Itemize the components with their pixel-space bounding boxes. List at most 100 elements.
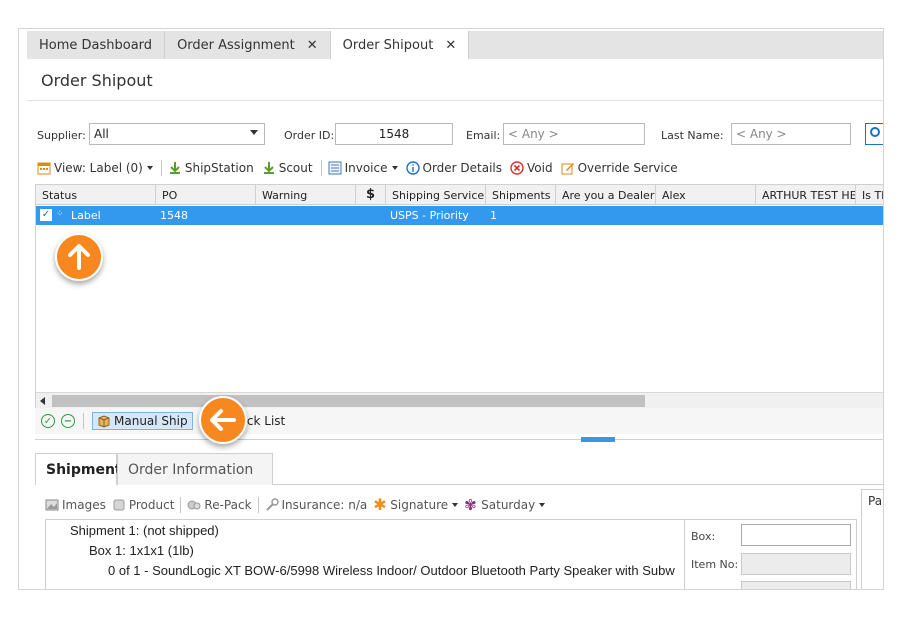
close-icon[interactable]: ✕ [445, 38, 456, 53]
invoice-button[interactable]: Invoice [328, 161, 398, 175]
override-service-label: Override Service [577, 161, 678, 175]
edit-icon [561, 161, 575, 175]
shipstation-label: ShipStation [184, 161, 254, 175]
orders-grid: Status PO Warning $ Shipping Service Shi… [35, 184, 883, 409]
box-details-panel: Box: Item No: [685, 519, 857, 589]
signature-label: Signature [390, 498, 449, 512]
column-header-arthur[interactable]: ARTHUR TEST HE [756, 185, 856, 205]
po-cell: 1548 [160, 209, 188, 222]
tab-label: Order Shipout [342, 37, 434, 53]
insurance-button[interactable]: Insurance: n/a [265, 498, 368, 512]
last-name-label: Last Name: [661, 129, 724, 142]
tab-home-dashboard[interactable]: Home Dashboard [27, 31, 166, 59]
splitter-handle[interactable] [581, 437, 615, 442]
search-button[interactable] [865, 123, 883, 145]
download-icon [262, 161, 276, 175]
box-icon [97, 414, 111, 428]
horizontal-scrollbar[interactable] [36, 392, 883, 408]
scout-button[interactable]: Scout [262, 161, 313, 175]
signature-button[interactable]: ✱ Signature [373, 495, 459, 514]
side-panel-label: Pa [868, 494, 883, 508]
scout-label: Scout [278, 161, 313, 175]
uncheck-all-icon[interactable]: − [61, 414, 75, 428]
column-header-dealer[interactable]: Are you a Dealer? [556, 185, 656, 205]
toolbar-separator [83, 413, 84, 429]
info-icon [405, 161, 420, 175]
column-header-shipments[interactable]: Shipments [486, 185, 556, 205]
repack-button[interactable]: Re-Pack [187, 498, 252, 512]
box-label: Box: [691, 530, 716, 543]
order-id-label: Order ID: [284, 129, 335, 142]
tab-order-shipout[interactable]: Order Shipout ✕ [330, 31, 470, 59]
dollar-icon: $ [365, 187, 376, 202]
check-all-icon[interactable]: ✓ [41, 414, 55, 428]
tab-label: Order Assignment [177, 37, 295, 53]
saturday-flower-icon: ✾ [464, 496, 477, 514]
column-header-warning[interactable]: Warning [256, 185, 356, 205]
product-button[interactable]: Product [112, 498, 175, 512]
void-icon [510, 161, 524, 175]
view-button[interactable]: View: Label (0) [37, 161, 153, 175]
grid-header: Status PO Warning $ Shipping Service Shi… [36, 185, 883, 205]
column-header-po[interactable]: PO [156, 185, 256, 205]
row-checkbox[interactable]: ✓ [40, 209, 52, 221]
order-details-label: Order Details [422, 161, 503, 175]
column-header-alex[interactable]: Alex [656, 185, 756, 205]
email-label: Email: [466, 129, 501, 142]
shipstation-button[interactable]: ShipStation [168, 161, 254, 175]
shipment-toolbar: Images Product Re-Pack Insurance: n/a ✱ … [45, 495, 551, 515]
column-header-status[interactable]: Status [36, 185, 156, 205]
supplier-dropdown[interactable]: All [89, 123, 265, 145]
toolbar-separator [320, 160, 322, 176]
item-no-input [741, 553, 851, 575]
images-button[interactable]: Images [45, 498, 106, 512]
column-header-is-th[interactable]: Is Th [856, 185, 883, 205]
insurance-label: Insurance: n/a [281, 498, 368, 512]
scrollbar-thumb[interactable] [52, 395, 645, 407]
order-details-button[interactable]: Order Details [405, 161, 503, 175]
void-button[interactable]: Void [510, 161, 553, 175]
shipment-tabs: Shipment Order Information [35, 453, 883, 485]
chevron-down-icon [391, 166, 398, 170]
shipment-tree: Shipment 1: (not shipped) Box 1: 1x1x1 (… [45, 519, 685, 589]
email-input[interactable]: < Any > [503, 123, 645, 145]
chevron-down-icon [452, 503, 459, 507]
tree-shipment-node[interactable]: Shipment 1: (not shipped) [70, 523, 219, 538]
invoice-icon [328, 161, 342, 175]
wrench-icon [265, 498, 279, 512]
invoice-label: Invoice [344, 161, 388, 175]
column-header-shipping-service[interactable]: Shipping Service [386, 185, 486, 205]
override-service-button[interactable]: Override Service [561, 161, 678, 175]
toolbar-separator [160, 160, 162, 176]
main-toolbar: View: Label (0) ShipStation Scout Invoic… [37, 157, 686, 179]
repack-icon [187, 498, 201, 512]
calendar-icon [37, 161, 51, 175]
tree-box-node[interactable]: Box 1: 1x1x1 (1lb) [89, 543, 194, 558]
product-label: Product [128, 498, 175, 512]
supplier-value: All [94, 127, 109, 141]
table-row[interactable]: ✓ ⁘ Label 1548 USPS - Priority 1 [36, 206, 883, 225]
tree-item-node[interactable]: 0 of 1 - SoundLogic XT BOW-6/5998 Wirele… [108, 563, 675, 578]
last-name-input[interactable]: < Any > [731, 123, 851, 145]
splitter [35, 439, 883, 440]
saturday-button[interactable]: ✾ Saturday [464, 496, 546, 514]
status-cell: Label [71, 209, 101, 222]
box-input[interactable] [741, 524, 851, 546]
tab-order-assignment[interactable]: Order Assignment ✕ [165, 31, 331, 59]
order-id-input[interactable]: 1548 [335, 123, 453, 145]
download-icon [168, 161, 182, 175]
manual-ship-label: Manual Ship [114, 414, 188, 428]
arrow-left-callout-icon [199, 396, 247, 444]
close-icon[interactable]: ✕ [307, 38, 318, 53]
asterisk-icon: ✱ [373, 495, 387, 514]
column-header-cost[interactable]: $ [356, 185, 386, 205]
tab-shipment[interactable]: Shipment [35, 453, 122, 485]
manual-ship-button[interactable]: Manual Ship [92, 412, 193, 430]
arrow-up-callout-icon [55, 233, 103, 281]
scroll-left-icon[interactable] [40, 397, 45, 405]
tab-order-information[interactable]: Order Information [117, 453, 273, 485]
search-icon [870, 127, 880, 137]
saturday-label: Saturday [481, 498, 536, 512]
view-label: View: Label (0) [54, 161, 143, 175]
expand-icon[interactable]: ⁘ [56, 209, 64, 219]
